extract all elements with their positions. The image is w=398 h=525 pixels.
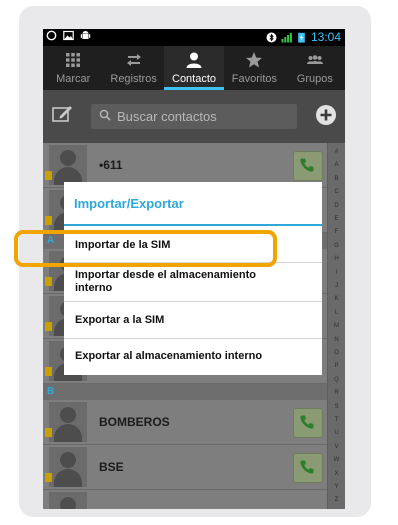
contact-name: •611 — [99, 158, 123, 172]
signal-icon — [281, 32, 292, 43]
tab-bar: Marcar Registros Contacto Favoritos Grup… — [43, 46, 345, 90]
avatar — [49, 145, 87, 185]
option-label: Importar de la SIM — [75, 239, 171, 251]
export-to-sim-option[interactable]: Exportar a la SIM — [64, 302, 322, 339]
call-log-icon — [126, 54, 141, 66]
index-letter[interactable]: I — [328, 270, 345, 276]
contact-row[interactable]: BSE — [43, 445, 328, 490]
contact-name: BSE — [99, 460, 124, 474]
search-placeholder: Buscar contactos — [117, 109, 217, 124]
export-to-internal-storage-option[interactable]: Exportar al almacenamiento interno — [64, 339, 322, 375]
tab-label: Marcar — [56, 73, 91, 85]
sim-badge-icon — [45, 277, 52, 286]
index-letter[interactable]: U — [328, 430, 345, 436]
sim-badge-icon — [45, 171, 52, 180]
search-icon — [99, 109, 111, 121]
index-letter[interactable]: B — [328, 176, 345, 182]
index-letter[interactable]: Y — [328, 484, 345, 490]
import-from-sim-option[interactable]: Importar de la SIM — [64, 226, 322, 263]
call-button[interactable] — [293, 453, 323, 483]
option-label: Exportar a la SIM — [75, 314, 165, 326]
contact-row[interactable]: BOMBEROS — [43, 400, 328, 445]
option-label: Exportar al almacenamiento interno — [75, 350, 263, 362]
import-from-internal-storage-option[interactable]: Importar desde el almacenamiento interno — [64, 263, 322, 302]
tab-label: Grupos — [296, 73, 333, 85]
index-letter[interactable]: W — [328, 457, 345, 463]
index-letter[interactable]: J — [328, 283, 345, 289]
star-icon — [246, 52, 263, 68]
contact-name: BOMBEROS — [99, 415, 170, 429]
index-letter[interactable]: H — [328, 256, 345, 262]
sim-badge-icon — [45, 322, 52, 331]
image-notification-icon — [63, 30, 74, 41]
android-notification-icon — [80, 31, 91, 39]
sim-badge-icon — [45, 216, 52, 225]
index-letter[interactable]: S — [328, 404, 345, 410]
index-letter[interactable]: X — [328, 471, 345, 477]
tab-registros[interactable]: Registros — [103, 46, 163, 90]
clock: 13:04 — [310, 30, 341, 44]
avatar — [49, 402, 87, 442]
groups-icon — [306, 55, 323, 64]
tab-favoritos[interactable]: Favoritos — [224, 46, 284, 90]
dialog-title: Importar/Exportar — [74, 196, 184, 211]
contact-icon — [186, 52, 202, 68]
index-letter[interactable]: R — [328, 390, 345, 396]
phone-icon — [300, 158, 314, 172]
add-contact-icon[interactable] — [315, 104, 337, 126]
index-letter[interactable]: E — [328, 216, 345, 222]
index-letter[interactable]: L — [328, 310, 345, 316]
section-letter: B — [47, 386, 55, 397]
index-letter[interactable]: T — [328, 417, 345, 423]
import-export-dialog: Importar/Exportar Importar de la SIM Imp… — [64, 182, 322, 375]
alphabet-index[interactable]: # A B C D E F G H I J K L M N O P Q R S T U V W X Y Z — [327, 143, 345, 509]
bluetooth-icon — [266, 32, 277, 43]
index-letter[interactable]: D — [328, 203, 345, 209]
battery-icon — [298, 32, 305, 43]
index-letter[interactable]: F — [328, 229, 345, 235]
tab-grupos[interactable]: Grupos — [285, 46, 345, 90]
contact-row[interactable] — [43, 490, 328, 509]
sim-badge-icon — [45, 367, 52, 376]
search-row: Buscar contactos — [43, 90, 345, 143]
phone-screen: 13:04 Marcar Registros Contacto Favorito… — [43, 29, 345, 509]
index-letter[interactable]: K — [328, 296, 345, 302]
avatar — [49, 492, 87, 509]
tab-label: Favoritos — [231, 73, 278, 85]
tab-marcar[interactable]: Marcar — [43, 46, 103, 90]
index-letter[interactable]: P — [328, 363, 345, 369]
index-letter[interactable]: C — [328, 189, 345, 195]
index-letter[interactable]: V — [328, 444, 345, 450]
dialpad-icon — [66, 53, 81, 67]
index-letter[interactable]: Q — [328, 377, 345, 383]
search-input[interactable]: Buscar contactos — [91, 104, 297, 129]
circle-notification-icon — [46, 30, 57, 41]
index-letter[interactable]: # — [328, 149, 345, 155]
index-letter[interactable]: N — [328, 337, 345, 343]
index-letter[interactable]: M — [328, 323, 345, 329]
call-button[interactable] — [293, 151, 323, 181]
section-header: B — [43, 384, 328, 400]
index-letter[interactable]: O — [328, 350, 345, 356]
avatar — [49, 447, 87, 487]
sim-badge-icon — [45, 473, 52, 482]
sim-badge-icon — [45, 428, 52, 437]
index-letter[interactable]: A — [328, 162, 345, 168]
status-bar: 13:04 — [43, 29, 345, 46]
phone-icon — [300, 460, 314, 474]
option-label: Importar desde el almacenamiento interno — [75, 269, 256, 294]
call-button[interactable] — [293, 408, 323, 438]
index-letter[interactable]: Z — [328, 497, 345, 503]
index-letter[interactable]: G — [328, 243, 345, 249]
tab-label: Contacto — [172, 73, 217, 85]
phone-icon — [300, 415, 314, 429]
compose-icon[interactable] — [51, 103, 73, 125]
tab-label: Registros — [110, 73, 157, 85]
tab-contacto[interactable]: Contacto — [163, 46, 225, 90]
section-letter: A — [47, 235, 55, 246]
